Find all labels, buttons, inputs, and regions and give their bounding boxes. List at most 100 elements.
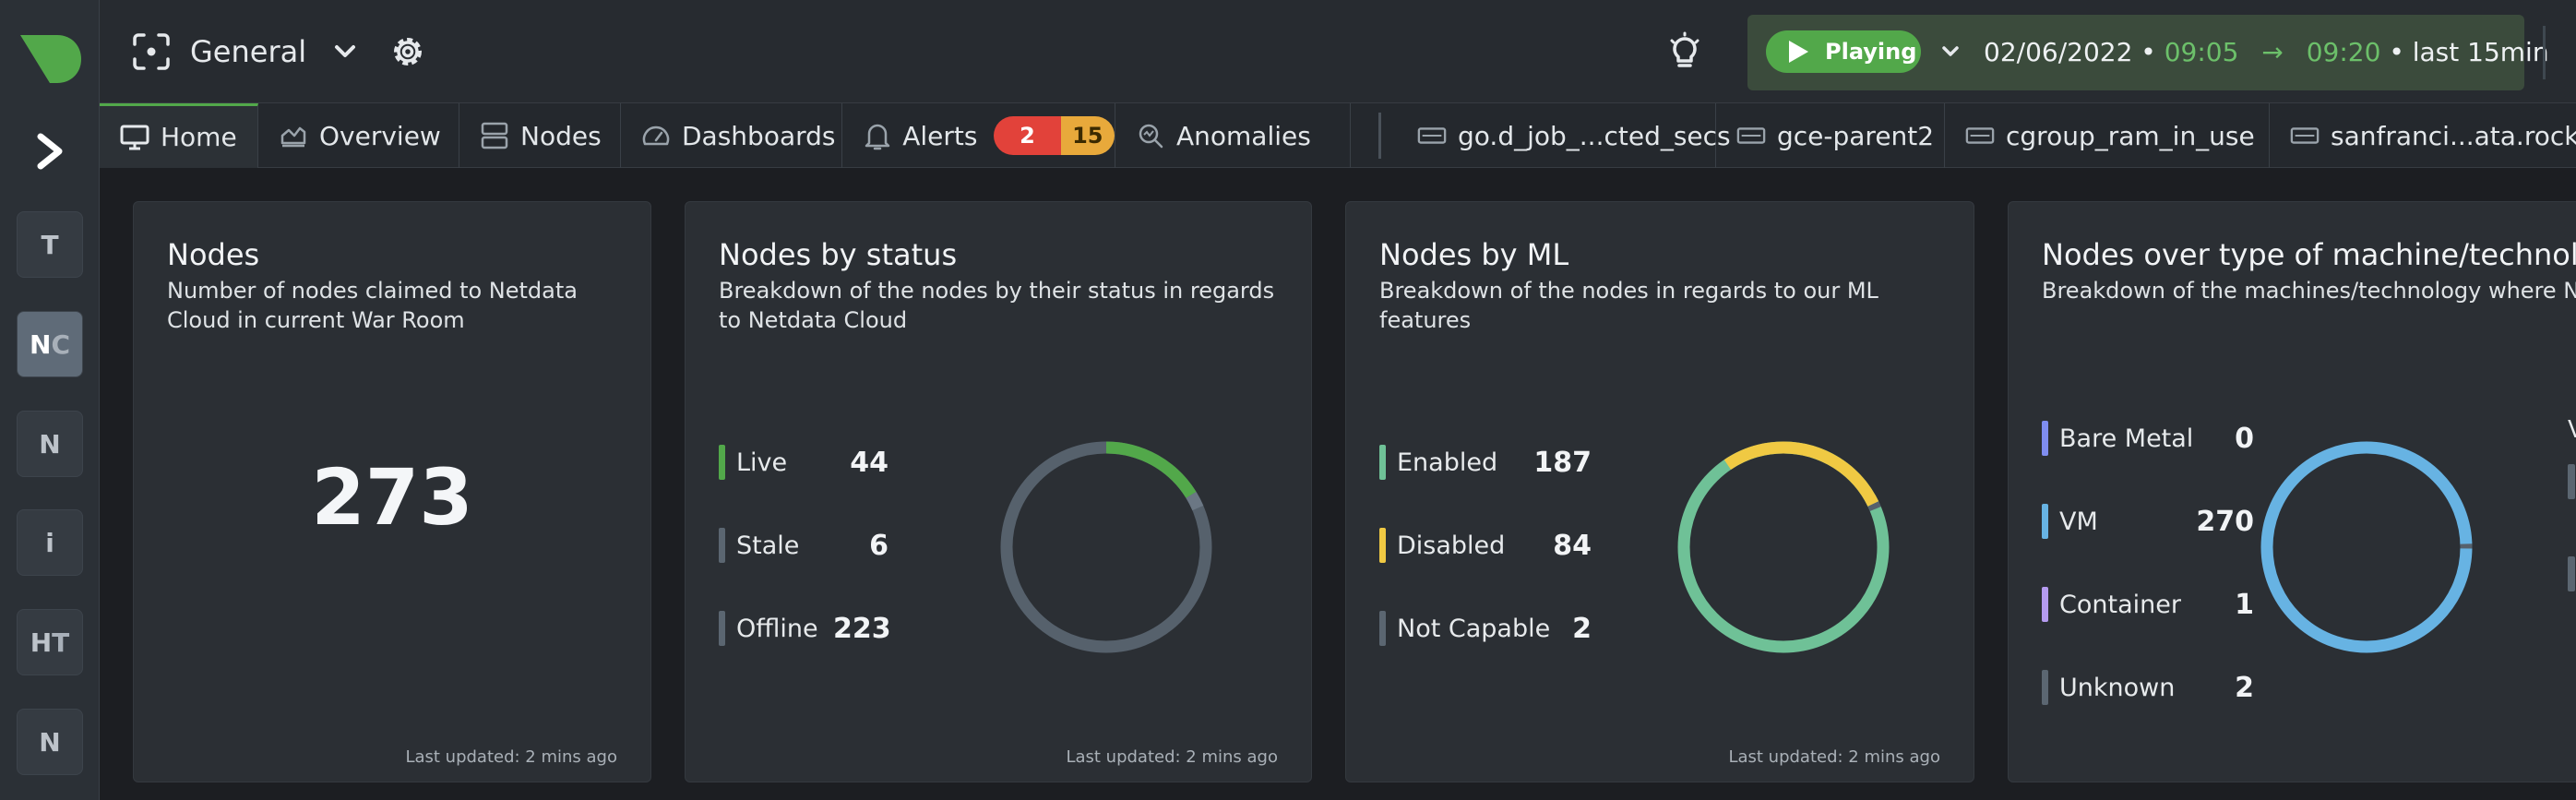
- card-title: Nodes: [167, 237, 260, 272]
- legend-item-offline: Offline 223: [719, 610, 891, 647]
- tab-label: Dashboards: [682, 120, 836, 151]
- legend-label: VM: [2059, 507, 2098, 536]
- space-label: T: [41, 229, 59, 260]
- card-description: Breakdown of the nodes in regards to our…: [1379, 278, 1878, 333]
- room-icon: [131, 31, 172, 72]
- bell-icon: [863, 121, 891, 150]
- tab-label: sanfranci...ata.rocks: [2331, 120, 2576, 151]
- legend-swatch: [1379, 611, 1386, 646]
- nodes-count: 273: [311, 452, 473, 543]
- time-from: 09:05: [2164, 37, 2239, 67]
- legend-label: Unknown: [2059, 673, 2176, 702]
- gear-icon[interactable]: [388, 31, 428, 72]
- space-label: i: [45, 527, 54, 558]
- legend-label: Enabled: [1397, 448, 1498, 477]
- legend-value: 2: [1572, 612, 1592, 645]
- legend-swatch: [2042, 421, 2048, 456]
- legend-item-container: Container 1: [2042, 586, 2254, 623]
- legend-swatch: [2042, 504, 2048, 539]
- tab-cgroup-ram-in-use[interactable]: cgroup_ram_in_use: [1945, 103, 2270, 168]
- legend-value: 187: [1533, 446, 1592, 479]
- netdata-logo-icon[interactable]: [17, 31, 83, 87]
- warning-count: 15: [1060, 116, 1115, 155]
- machine-type-donut-chart: [2260, 441, 2473, 653]
- legend-swatch: [2042, 587, 2048, 622]
- window-icon: [2290, 121, 2320, 150]
- chevron-down-icon[interactable]: [1936, 37, 1965, 66]
- card-description: Number of nodes claimed to Netdata Cloud…: [167, 278, 578, 333]
- tab-overview[interactable]: Overview: [258, 103, 459, 168]
- space-button-nc[interactable]: NC: [17, 311, 83, 377]
- tab-home[interactable]: Home: [100, 103, 258, 168]
- card-description: Breakdown of the machines/technology whe…: [2042, 278, 2576, 304]
- last-updated: Last updated: 2 mins ago: [1066, 747, 1278, 767]
- card-title: Nodes by status: [719, 237, 958, 272]
- separator-dot: •: [2389, 37, 2404, 67]
- tab-nodes[interactable]: Nodes: [459, 103, 621, 168]
- legend-value: 1: [2235, 588, 2254, 621]
- space-button-i[interactable]: i: [17, 509, 83, 576]
- legend-swatch: [719, 611, 725, 646]
- space-button-t[interactable]: T: [17, 211, 83, 278]
- card-title: Nodes over type of machine/technology: [2042, 237, 2576, 272]
- tab-sanfrancisco[interactable]: sanfranci...ata.rocks: [2270, 103, 2576, 168]
- legend-value: 84: [1553, 529, 1592, 562]
- space-button-n-2[interactable]: N: [17, 709, 83, 775]
- last-updated: Last updated: 2 mins ago: [405, 747, 617, 767]
- lightbulb-icon[interactable]: [1664, 31, 1705, 72]
- ml-donut-chart: [1677, 441, 1890, 653]
- legend-label: Live: [736, 448, 788, 477]
- window-icon: [1417, 121, 1447, 150]
- tab-label: gce-parent2: [1777, 120, 1935, 151]
- tab-gce-parent2[interactable]: gce-parent2: [1716, 103, 1945, 168]
- playing-label: Playing: [1825, 39, 1917, 65]
- room-name[interactable]: General: [190, 31, 306, 72]
- top-bar: General Playing 02/06/2022 • 09:05 → 09:…: [100, 0, 2576, 103]
- tab-dashboards[interactable]: Dashboards: [621, 103, 842, 168]
- legend-value: 44: [850, 446, 888, 479]
- monitor-icon: [120, 123, 149, 152]
- legend-label: Offline: [736, 614, 818, 643]
- partial-legend-label: V: [2568, 416, 2576, 444]
- tab-label: cgroup_ram_in_use: [2006, 120, 2255, 151]
- legend-swatch: [719, 528, 725, 563]
- space-button-n[interactable]: N: [17, 411, 83, 477]
- legend-label: Container: [2059, 590, 2181, 619]
- space-label: N: [30, 328, 52, 360]
- legend-value: 270: [2196, 505, 2254, 538]
- tab-label: Alerts: [902, 120, 978, 151]
- legend-item-enabled: Enabled 187: [1379, 444, 1592, 481]
- date-range-picker[interactable]: 02/06/2022 • 09:05 → 09:20 • last 15min: [1984, 33, 2549, 72]
- playing-button[interactable]: Playing: [1766, 30, 1921, 73]
- space-button-ht[interactable]: HT: [17, 609, 83, 675]
- legend-item-disabled: Disabled 84: [1379, 527, 1592, 564]
- legend-swatch: [2568, 464, 2575, 499]
- separator-dot: •: [2141, 37, 2156, 67]
- tab-go-d-job[interactable]: go.d_job_...cted_secs: [1397, 103, 1731, 168]
- tab-label: Overview: [319, 120, 441, 151]
- gauge-icon: [641, 121, 671, 150]
- divider: [2543, 26, 2546, 79]
- tab-alerts[interactable]: Alerts 2 15: [842, 103, 1115, 168]
- arrow-right-icon: →: [2261, 37, 2284, 67]
- legend-value: 0: [2235, 422, 2254, 455]
- divider: [1378, 113, 1381, 159]
- alert-counts-badge[interactable]: 2 15: [994, 116, 1115, 155]
- tab-anomalies[interactable]: Anomalies: [1115, 103, 1351, 168]
- time-to: 09:20: [2306, 37, 2381, 67]
- nodes-card: Nodes Number of nodes claimed to Netdata…: [133, 201, 651, 782]
- tab-label: Nodes: [520, 120, 602, 151]
- nodes-icon: [480, 121, 509, 150]
- play-icon: [1789, 41, 1808, 63]
- legend-swatch: [1379, 528, 1386, 563]
- window-icon: [1965, 121, 1995, 150]
- expand-sidebar-icon[interactable]: [28, 127, 72, 175]
- range-label: last 15min: [2412, 37, 2549, 67]
- legend-swatch: [2568, 556, 2575, 591]
- legend-value: 223: [833, 612, 891, 645]
- space-label: N: [39, 428, 61, 460]
- chevron-down-icon[interactable]: [328, 35, 362, 68]
- nodes-by-ml-card: Nodes by ML Breakdown of the nodes in re…: [1345, 201, 1974, 782]
- last-updated: Last updated: 2 mins ago: [1728, 747, 1940, 767]
- chart-area-icon: [279, 121, 308, 150]
